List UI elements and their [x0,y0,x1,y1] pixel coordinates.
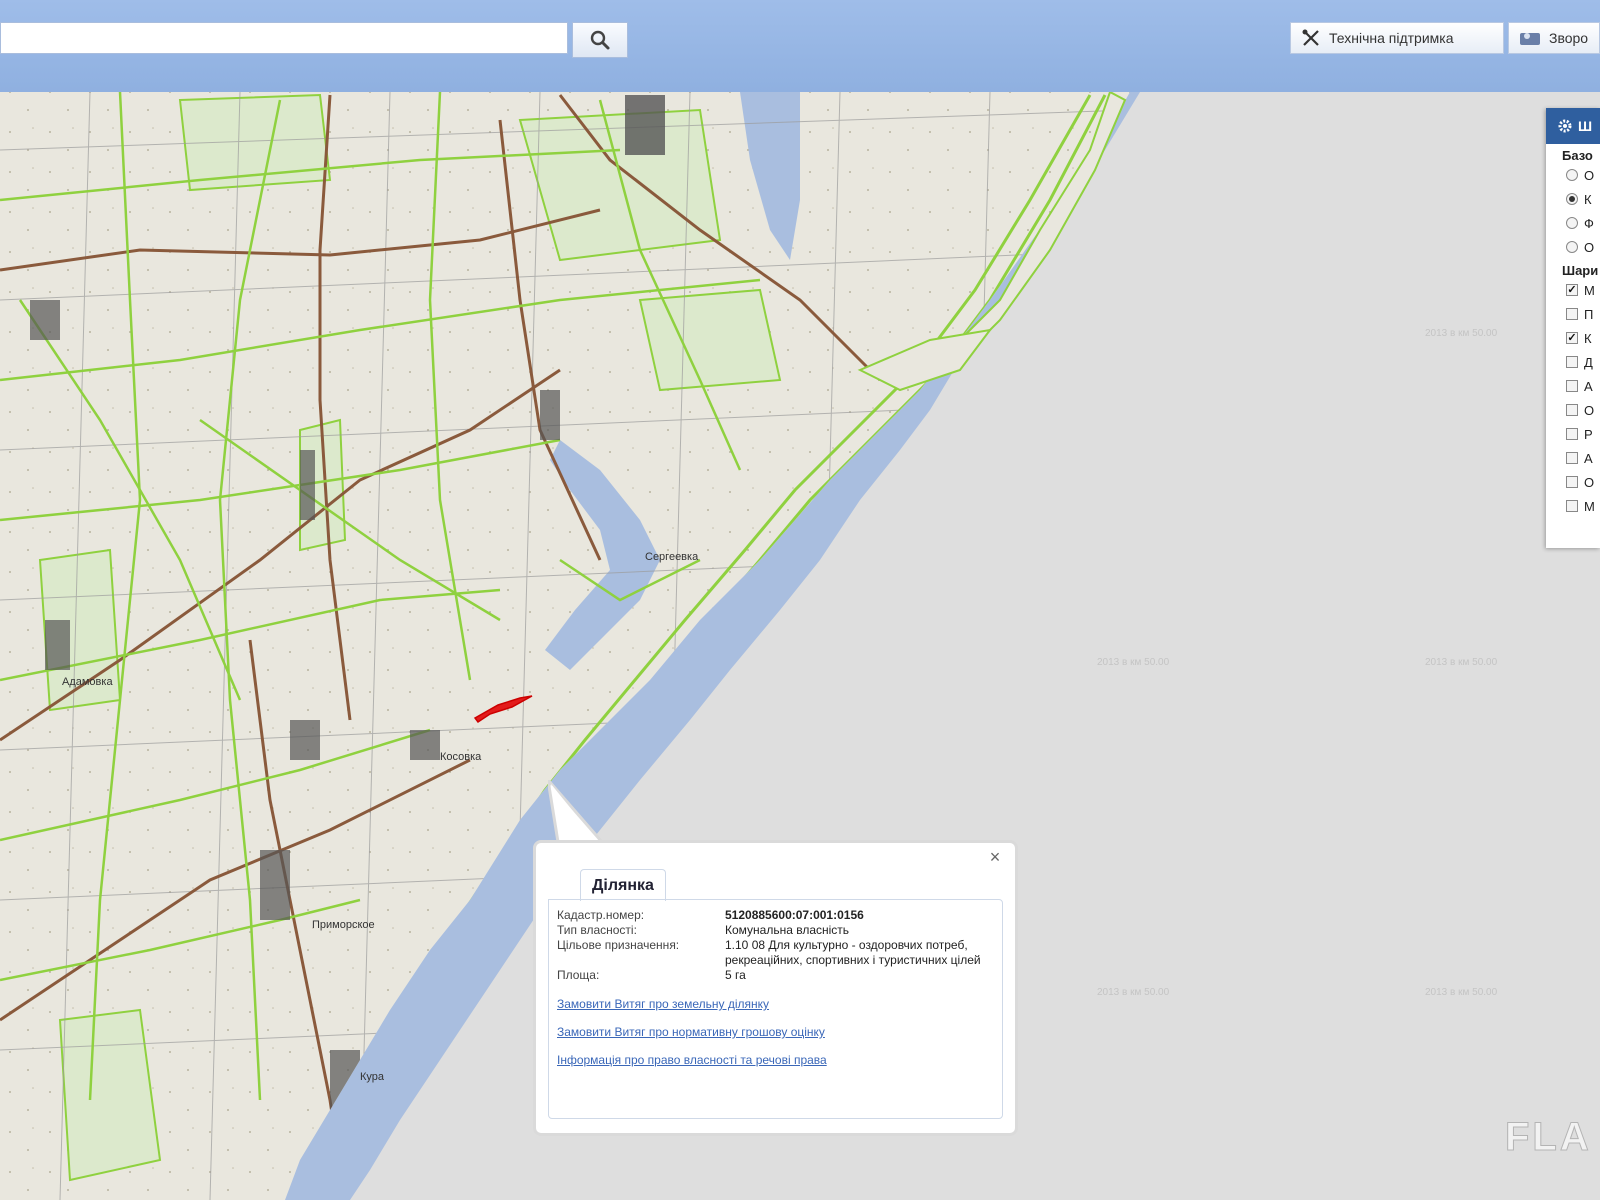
top-toolbar: Технічна підтримка Зворо [0,0,1600,93]
close-icon[interactable]: × [985,847,1005,867]
parcel-attributes: Кадастр.номер: 5120885600:07:001:0156 Ти… [557,908,994,983]
place-label: Адамовка [62,676,113,688]
watermark: 2013 в км 50.00 [1097,657,1170,668]
layer-option[interactable]: О [1546,470,1600,494]
order-valuation-extract-link[interactable]: Замовити Витяг про нормативну грошову оц… [557,1025,994,1039]
ownership-rights-link[interactable]: Інформація про право власності та речові… [557,1053,994,1067]
ownership-type: Комунальна власність [725,923,850,937]
checkbox-icon[interactable] [1566,308,1578,320]
checkbox-icon[interactable] [1566,500,1578,512]
overlay-layers-heading: Шари [1562,263,1599,278]
checkbox-icon[interactable] [1566,356,1578,368]
popup-pointer [548,780,606,844]
base-layer-option[interactable]: Ф [1546,211,1600,235]
radio-icon[interactable] [1566,193,1578,205]
order-parcel-extract-link[interactable]: Замовити Витяг про земельну ділянку [557,997,994,1011]
field-label: Цільове призначення: [557,938,680,952]
cadastral-number: 5120885600:07:001:0156 [725,908,864,922]
parcel-info-body: Кадастр.номер: 5120885600:07:001:0156 Ти… [548,899,1003,1119]
brand-watermark: FLA [1505,1115,1592,1160]
layers-panel-header[interactable]: Ш [1546,108,1600,144]
base-layers-heading: Базо [1562,148,1593,163]
support-label: Технічна підтримка [1329,30,1454,46]
field-label: Кадастр.номер: [557,908,645,922]
watermark: 2013 в км 50.00 [1425,987,1498,998]
radio-icon[interactable] [1566,169,1578,181]
checkbox-icon[interactable] [1566,452,1578,464]
place-label: Приморское [312,919,375,931]
watermark: 2013 в км 50.00 [1097,987,1170,998]
radio-icon[interactable] [1566,241,1578,253]
radio-icon[interactable] [1566,217,1578,229]
checkbox-icon[interactable] [1566,476,1578,488]
layer-option[interactable]: Д [1546,350,1600,374]
watermark: 2013 в км 50.00 [1425,328,1498,339]
layer-option[interactable]: П [1546,302,1600,326]
layer-option[interactable]: А [1546,446,1600,470]
layer-option[interactable]: М [1546,494,1600,518]
watermark: 2013 в км 50.00 [1425,657,1498,668]
checkbox-icon[interactable]: ✓ [1566,284,1578,296]
layers-panel-title: Ш [1578,118,1593,134]
field-label: Площа: [557,968,600,982]
field-label: Тип власності: [557,923,637,937]
tools-icon [1302,29,1319,46]
feedback-button[interactable]: Зворо [1508,22,1600,54]
place-label: Косовка [440,751,482,763]
base-layer-option[interactable]: О [1546,163,1600,187]
feedback-icon [1520,33,1540,45]
layer-option[interactable]: О [1546,398,1600,422]
place-label: Кура [360,1071,385,1083]
checkbox-icon[interactable] [1566,428,1578,440]
tab-parcel[interactable]: Ділянка [580,869,666,901]
feedback-label: Зворо [1549,30,1589,46]
land-purpose: 1.10 08 Для культурно - оздоровчих потре… [725,938,981,967]
search-icon [590,30,610,50]
layers-panel: Ш Базо О К Ф О Шари ✓ М П ✓ К Д А О Р А О … [1546,108,1600,548]
base-layer-option[interactable]: О [1546,235,1600,259]
layer-option[interactable]: ✓ К [1546,326,1600,350]
layer-option[interactable]: А [1546,374,1600,398]
layer-option[interactable]: Р [1546,422,1600,446]
checkbox-icon[interactable]: ✓ [1566,332,1578,344]
search-input[interactable] [0,22,568,54]
gear-icon [1558,119,1572,133]
checkbox-icon[interactable] [1566,380,1578,392]
parcel-info-popup: × Ділянка Кадастр.номер: 5120885600:07:0… [533,840,1018,1136]
search-button[interactable] [572,22,628,58]
checkbox-icon[interactable] [1566,404,1578,416]
parcel-area: 5 га [725,968,746,982]
layer-option[interactable]: ✓ М [1546,278,1600,302]
support-button[interactable]: Технічна підтримка [1290,22,1504,54]
place-label: Сергеевка [645,551,699,563]
base-layer-option[interactable]: К [1546,187,1600,211]
